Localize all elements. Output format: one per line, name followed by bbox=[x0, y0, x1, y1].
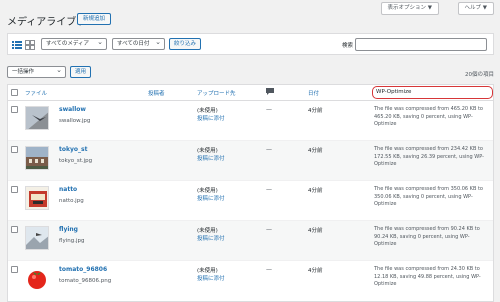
wpo-status: The file was compressed from 234.42 KB t… bbox=[374, 146, 484, 167]
media-filename: natto.jpg bbox=[59, 198, 84, 204]
search-label: 検索 bbox=[341, 43, 353, 49]
media-title[interactable]: flying bbox=[59, 226, 78, 233]
uploaded-status: (未使用) bbox=[197, 188, 218, 194]
media-date: 4分前 bbox=[308, 268, 323, 274]
help-button[interactable]: ヘルプ ▼ bbox=[457, 2, 494, 15]
uploaded-status: (未使用) bbox=[197, 148, 218, 154]
apply-button[interactable]: 適用 bbox=[70, 66, 92, 78]
media-date: 4分前 bbox=[308, 228, 323, 234]
comments-count: — bbox=[266, 266, 272, 273]
thumbnail-natto[interactable] bbox=[25, 186, 49, 210]
list-view-icon[interactable] bbox=[12, 40, 22, 50]
column-wp-optimize: WP-Optimize bbox=[376, 89, 412, 95]
media-filename: tokyo_st.jpg bbox=[59, 158, 93, 164]
uploaded-status: (未使用) bbox=[197, 268, 218, 274]
media-title[interactable]: swallow bbox=[59, 106, 86, 113]
thumbnail-tokyo-st[interactable] bbox=[25, 146, 49, 170]
column-author[interactable]: 投稿者 bbox=[148, 89, 165, 97]
media-date: 4分前 bbox=[308, 108, 323, 114]
row-checkbox[interactable] bbox=[11, 266, 18, 273]
table-row: flying flying.jpg (未使用) 投稿に添付 — 4分前 The … bbox=[8, 221, 493, 261]
attach-link[interactable]: 投稿に添付 bbox=[197, 194, 225, 202]
comments-count: — bbox=[266, 146, 272, 153]
media-type-select[interactable]: すべてのメディア bbox=[41, 37, 107, 50]
attach-link[interactable]: 投稿に添付 bbox=[197, 234, 225, 242]
bulk-action-select[interactable]: 一括操作 bbox=[7, 65, 66, 78]
media-title[interactable]: tomato_96806 bbox=[59, 266, 107, 273]
row-checkbox[interactable] bbox=[11, 106, 18, 113]
media-title[interactable]: tokyo_st bbox=[59, 146, 87, 153]
row-checkbox[interactable] bbox=[11, 146, 18, 153]
comments-count: — bbox=[266, 106, 272, 113]
thumbnail-swallow[interactable] bbox=[25, 106, 49, 130]
attach-link[interactable]: 投稿に添付 bbox=[197, 154, 225, 162]
add-new-button[interactable]: 新規追加 bbox=[77, 13, 112, 25]
row-checkbox[interactable] bbox=[11, 186, 18, 193]
thumbnail-flying[interactable] bbox=[25, 226, 49, 250]
media-filename: tomato_96806.png bbox=[59, 278, 112, 284]
media-filename: swallow.jpg bbox=[59, 118, 91, 124]
wpo-status: The file was compressed from 24.30 KB to… bbox=[374, 266, 481, 287]
row-checkbox[interactable] bbox=[11, 226, 18, 233]
wpo-status: The file was compressed from 465.20 KB t… bbox=[374, 106, 483, 127]
column-uploaded-to[interactable]: アップロード先 bbox=[197, 89, 236, 97]
comments-count: — bbox=[266, 186, 272, 193]
table-header: ファイル 投稿者 アップロード先 日付 WP-Optimize bbox=[8, 85, 493, 101]
media-table: ファイル 投稿者 アップロード先 日付 WP-Optimize swallow … bbox=[7, 84, 494, 302]
column-file[interactable]: ファイル bbox=[25, 89, 47, 97]
comments-count: — bbox=[266, 226, 272, 233]
wpo-status: The file was compressed from 90.24 KB to… bbox=[374, 226, 480, 247]
uploaded-status: (未使用) bbox=[197, 108, 218, 114]
wpo-status: The file was compressed from 350.06 KB t… bbox=[374, 186, 483, 207]
media-date: 4分前 bbox=[308, 148, 323, 154]
media-date: 4分前 bbox=[308, 188, 323, 194]
media-filename: flying.jpg bbox=[59, 238, 85, 244]
attach-link[interactable]: 投稿に添付 bbox=[197, 274, 225, 282]
comment-icon[interactable] bbox=[266, 88, 274, 98]
search-input[interactable] bbox=[355, 38, 487, 51]
uploaded-status: (未使用) bbox=[197, 228, 218, 234]
date-select[interactable]: すべての日付 bbox=[112, 37, 165, 50]
filter-bar: すべてのメディア すべての日付 絞り込み 検索 bbox=[7, 33, 494, 55]
column-date[interactable]: 日付 bbox=[308, 89, 319, 97]
items-count: 20個の項目 bbox=[465, 72, 494, 78]
thumbnail-tomato[interactable] bbox=[25, 266, 49, 290]
filter-button[interactable]: 絞り込み bbox=[169, 38, 202, 50]
media-title[interactable]: natto bbox=[59, 186, 77, 193]
screen-options-button[interactable]: 表示オプション ▼ bbox=[380, 2, 439, 15]
table-row: tokyo_st tokyo_st.jpg (未使用) 投稿に添付 — 4分前 … bbox=[8, 141, 493, 181]
table-row: natto natto.jpg (未使用) 投稿に添付 — 4分前 The fi… bbox=[8, 181, 493, 221]
select-all-checkbox[interactable] bbox=[11, 89, 18, 96]
attach-link[interactable]: 投稿に添付 bbox=[197, 114, 225, 122]
table-row: swallow swallow.jpg (未使用) 投稿に添付 — 4分前 Th… bbox=[8, 101, 493, 141]
grid-view-icon[interactable] bbox=[25, 40, 35, 50]
table-row: tomato_96806 tomato_96806.png (未使用) 投稿に添… bbox=[8, 261, 493, 302]
